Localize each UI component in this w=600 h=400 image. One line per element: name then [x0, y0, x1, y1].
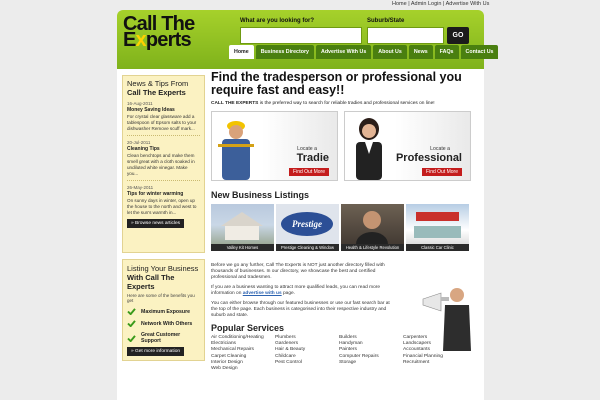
listing-box-subtitle: Here are some of the benefits you get	[127, 293, 195, 303]
checkmark-icon	[127, 320, 136, 327]
listing-caption: Prestige Cleaning & Window	[276, 244, 339, 251]
listing-box-title: Listing Your Business With Call The Exper…	[127, 264, 199, 291]
house-photo	[221, 212, 263, 240]
what-label: What are you looking for?	[240, 18, 315, 24]
top-links: Home | Admin Login | Advertise With Us	[392, 1, 490, 7]
top-link-advertise[interactable]: Advertise With Us	[446, 1, 490, 7]
divider	[127, 180, 200, 181]
about-paragraph: You can either browse through our featur…	[211, 301, 390, 318]
intro-text: CALL THE EXPERTS is the preferred way to…	[211, 101, 435, 106]
divider	[127, 135, 200, 136]
benefit-label: Maximum Exposure	[141, 308, 191, 315]
listing-caption: Classic Car Clinic	[406, 244, 469, 251]
site-header: Call The Experts What are you looking fo…	[117, 10, 484, 69]
listing-card[interactable]: Health & Lifestyle Revolution	[341, 204, 404, 256]
benefit-item: Great Customer Support	[127, 332, 200, 344]
new-listings-title: New Business Listings	[211, 190, 310, 200]
about-paragraph: If you are a business wanting to attract…	[211, 285, 381, 296]
news-date: 20-Jul-2011	[127, 140, 151, 145]
what-search-input[interactable]	[240, 27, 362, 44]
service-link[interactable]: Storage	[339, 360, 403, 366]
listing-caption: Health & Lifestyle Revolution	[341, 244, 404, 251]
news-box-title: News & Tips From Call The Experts	[127, 79, 189, 97]
where-search-input[interactable]	[367, 27, 444, 44]
prestige-logo: Prestige	[281, 212, 333, 236]
listing-benefits-box: Listing Your Business With Call The Exper…	[122, 259, 205, 361]
listing-card[interactable]: Classic Car Clinic	[406, 204, 469, 251]
news-item[interactable]: 20-Jul-2011 Cleaning Tips Clean benchtop…	[127, 140, 200, 181]
benefit-label: Great Customer Support	[141, 332, 181, 344]
checkmark-icon	[127, 308, 136, 315]
go-button[interactable]: GO	[447, 27, 469, 44]
locate-professional-promo[interactable]: Locate a Professional Find Out More	[344, 111, 471, 181]
logo-line-2: Experts	[123, 29, 192, 51]
listing-card[interactable]: Prestige Prestige Cleaning & Window	[276, 204, 339, 251]
about-text: Before we go any further, Call The Exper…	[211, 263, 396, 319]
service-link[interactable]: Web Design	[211, 366, 275, 372]
service-link[interactable]: Pest Control	[275, 360, 339, 366]
main-content: Find the tradesperson or professional yo…	[211, 71, 479, 372]
services-column: Builders Handyman Painters Computer Repa…	[339, 335, 403, 372]
benefit-item: Maximum Exposure	[127, 308, 200, 315]
locate-tradie-promo[interactable]: Locate a Tradie Find Out More	[211, 111, 338, 181]
nav-contact[interactable]: Contact Us	[460, 45, 499, 59]
news-title[interactable]: Tips for winter warming	[127, 191, 200, 197]
tradie-photo	[218, 121, 254, 180]
professional-photo	[356, 118, 382, 180]
benefit-label: Network With Others	[141, 320, 193, 327]
find-out-more-button[interactable]: Find Out More	[289, 168, 329, 176]
nav-home[interactable]: Home	[229, 45, 254, 59]
news-text: For crystal clear glassware add a tables…	[127, 114, 197, 131]
advertise-with-us-link[interactable]: advertise with us	[243, 291, 282, 296]
news-item[interactable]: 16-Aug-2011 Money Saving Ideas For cryst…	[127, 101, 200, 136]
services-column: Air Conditioning/Heating Electricians Me…	[211, 335, 275, 372]
news-text: On sunny days in winter, open up the hou…	[127, 198, 197, 215]
nav-about[interactable]: About Us	[373, 45, 407, 59]
news-box: News & Tips From Call The Experts 16-Aug-…	[122, 75, 205, 253]
promo-row: Locate a Tradie Find Out More Locate a P…	[211, 111, 479, 181]
listing-caption: Valley Kit Homes	[211, 244, 274, 251]
news-title[interactable]: Cleaning Tips	[127, 146, 200, 152]
news-text: Clean benchtops and make them smell grea…	[127, 153, 195, 176]
service-link[interactable]: Recruitment	[403, 360, 467, 366]
nav-business-directory[interactable]: Business Directory	[255, 45, 314, 59]
benefit-item: Network With Others	[127, 320, 200, 327]
page-headline: Find the tradesperson or professional yo…	[211, 70, 462, 97]
page-body: News & Tips From Call The Experts 16-Aug-…	[117, 69, 484, 400]
car-clinic-photo	[414, 212, 461, 238]
promo-title: Professional	[395, 152, 462, 164]
site-logo[interactable]: Call The Experts	[123, 14, 195, 51]
person-photo	[356, 211, 388, 256]
top-link-admin[interactable]: Admin Login	[411, 1, 442, 7]
new-listings-row: Valley Kit Homes Prestige Prestige Clean…	[211, 204, 479, 256]
svg-text:Prestige: Prestige	[292, 219, 322, 229]
news-title[interactable]: Money Saving Ideas	[127, 107, 200, 113]
find-out-more-button[interactable]: Find Out More	[422, 168, 462, 176]
news-item[interactable]: 26-May-2011 Tips for winter warming On s…	[127, 185, 200, 216]
sidebar: News & Tips From Call The Experts 16-Aug-…	[122, 75, 205, 361]
news-date: 26-May-2011	[127, 185, 154, 190]
megaphone-man-illustration	[422, 288, 471, 351]
promo-title: Tradie	[296, 152, 329, 164]
nav-advertise[interactable]: Advertise With Us	[316, 45, 372, 59]
about-paragraph: Before we go any further, Call The Exper…	[211, 263, 385, 280]
main-nav: Home Business Directory Advertise With U…	[229, 45, 500, 59]
top-link-home[interactable]: Home	[392, 1, 407, 7]
nav-faqs[interactable]: FAQs	[434, 45, 459, 59]
news-date: 16-Aug-2011	[127, 101, 153, 106]
browse-news-button[interactable]: » Browse news articles	[127, 219, 185, 228]
checkmark-icon	[127, 334, 136, 342]
get-more-info-button[interactable]: » Get more information	[127, 347, 185, 356]
services-column: Plumbers Gardeners Hair & Beauty Childca…	[275, 335, 339, 372]
listing-card[interactable]: Valley Kit Homes	[211, 204, 274, 251]
where-label: Suburb/State	[367, 18, 405, 24]
nav-news[interactable]: News	[408, 45, 433, 59]
